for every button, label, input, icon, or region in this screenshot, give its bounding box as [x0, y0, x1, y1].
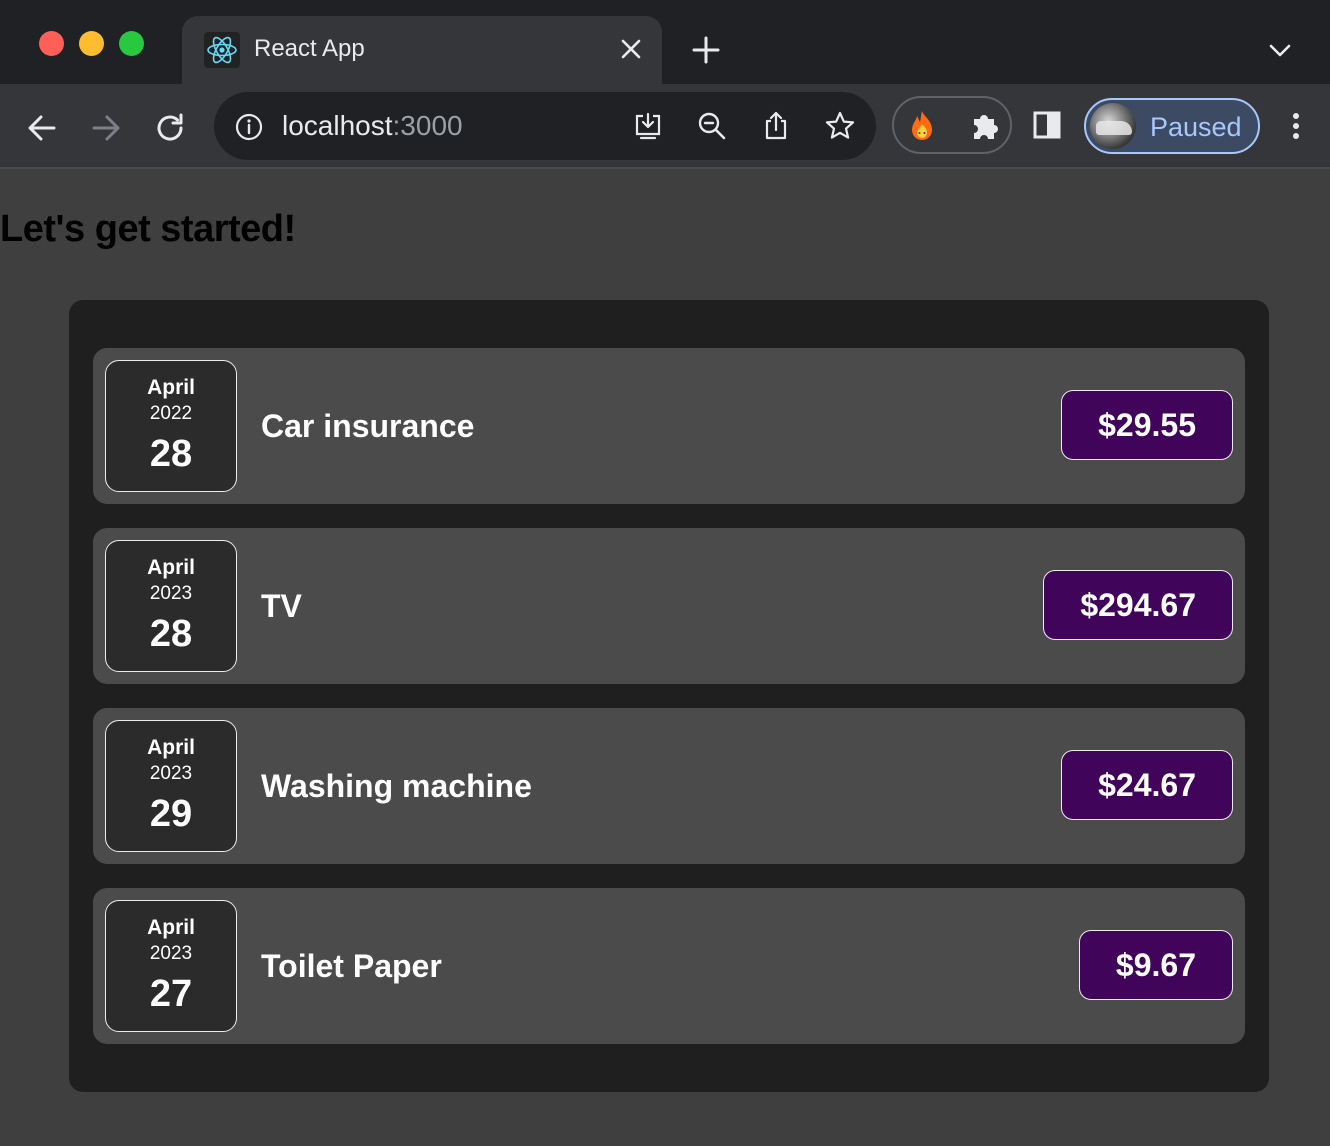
expenses-card: April 2022 28 Car insurance $29.55 April… — [69, 300, 1269, 1092]
side-panel-icon[interactable] — [1032, 110, 1062, 140]
expense-item: April 2023 29 Washing machine $24.67 — [93, 708, 1245, 864]
date-year: 2023 — [149, 943, 193, 964]
date-year: 2023 — [149, 763, 193, 784]
expense-price: $24.67 — [1061, 750, 1233, 820]
profile-button[interactable]: Paused — [1084, 98, 1260, 154]
date-year: 2022 — [149, 403, 193, 424]
url-port: :3000 — [392, 110, 463, 141]
react-logo-icon — [204, 32, 240, 68]
url-host: localhost — [282, 110, 393, 141]
page-title: Let's get started! — [0, 208, 296, 250]
date-month: April — [147, 556, 195, 579]
address-bar[interactable]: localhost:3000 — [214, 92, 876, 160]
extensions-puzzle-icon[interactable] — [968, 109, 1002, 143]
date-month: April — [147, 376, 195, 399]
minimize-window-button[interactable] — [79, 31, 104, 56]
back-arrow-icon[interactable] — [22, 108, 62, 148]
date-day: 29 — [149, 793, 193, 835]
close-tab-icon[interactable] — [618, 36, 644, 62]
expense-price: $294.67 — [1043, 570, 1233, 640]
expense-title: Washing machine — [261, 768, 532, 804]
date-month: April — [147, 916, 195, 939]
info-icon[interactable] — [234, 112, 264, 142]
expense-title: Car insurance — [261, 408, 475, 444]
date-day: 27 — [149, 973, 193, 1015]
expense-date: April 2023 28 — [105, 540, 237, 672]
avatar — [1090, 103, 1136, 149]
extensions-group — [892, 96, 1012, 154]
install-app-icon[interactable] — [632, 110, 664, 142]
tab-react-app[interactable]: React App — [182, 16, 662, 84]
expense-date: April 2023 27 — [105, 900, 237, 1032]
date-month: April — [147, 736, 195, 759]
expense-price: $9.67 — [1078, 930, 1233, 1000]
new-tab-icon[interactable] — [690, 34, 722, 66]
date-day: 28 — [149, 613, 193, 655]
share-icon[interactable] — [760, 110, 792, 142]
expense-item: April 2023 27 Toilet Paper $9.67 — [93, 888, 1245, 1044]
date-year: 2023 — [149, 583, 193, 604]
expense-price: $29.55 — [1061, 390, 1233, 460]
date-day: 28 — [149, 433, 193, 475]
bookmark-star-icon[interactable] — [824, 110, 856, 142]
zoom-out-icon[interactable] — [696, 110, 728, 142]
more-menu-icon[interactable] — [1284, 110, 1308, 142]
tab-title: React App — [254, 35, 365, 62]
expense-date: April 2023 29 — [105, 720, 237, 852]
fire-extension-icon[interactable] — [906, 109, 938, 143]
chevron-down-icon[interactable] — [1266, 38, 1294, 62]
expense-title: TV — [261, 588, 302, 624]
expense-item: April 2023 28 TV $294.67 — [93, 528, 1245, 684]
profile-status-label: Paused — [1150, 112, 1242, 142]
close-window-button[interactable] — [39, 31, 64, 56]
browser-toolbar: localhost:3000 Paused — [0, 84, 1330, 169]
tab-strip: React App — [0, 0, 1330, 84]
expense-date: April 2022 28 — [105, 360, 237, 492]
expense-title: Toilet Paper — [261, 948, 442, 984]
forward-arrow-icon[interactable] — [86, 108, 126, 148]
expense-item: April 2022 28 Car insurance $29.55 — [93, 348, 1245, 504]
maximize-window-button[interactable] — [119, 31, 144, 56]
reload-icon[interactable] — [150, 108, 190, 148]
url-text[interactable]: localhost:3000 — [282, 110, 463, 142]
